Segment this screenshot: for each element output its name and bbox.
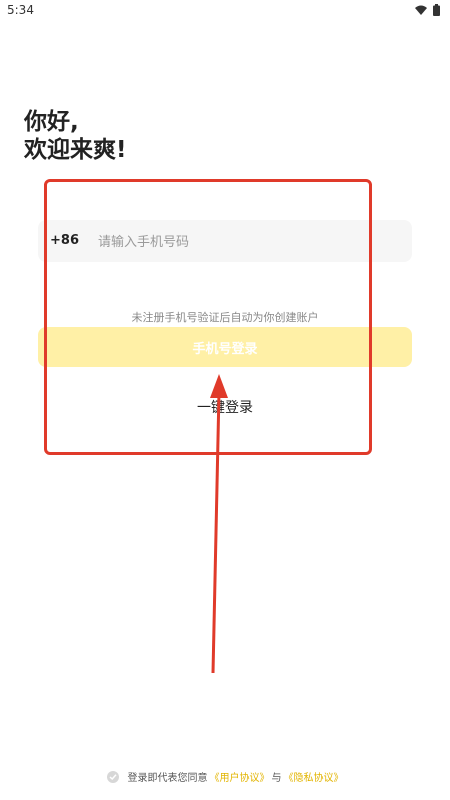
status-time: 5:34 <box>7 3 34 17</box>
checkmark-icon <box>108 773 117 780</box>
phone-number-input[interactable] <box>96 228 400 256</box>
greeting-line-2: 欢迎来爽! <box>24 137 127 163</box>
agree-checkbox[interactable] <box>106 770 119 783</box>
greeting-line-1: 你好, <box>24 109 79 135</box>
privacy-policy-link[interactable]: 《隐私协议》 <box>284 769 344 784</box>
status-bar: 5:34 <box>0 0 450 22</box>
one-click-login-label: 一键登录 <box>197 400 253 416</box>
wifi-icon <box>415 5 427 15</box>
registration-hint: 未注册手机号验证后自动为你创建账户 <box>131 311 319 324</box>
user-agreement-link[interactable]: 《用户协议》 <box>210 769 270 784</box>
phone-input-row: +86 <box>38 220 412 262</box>
one-click-login-button[interactable]: 一键登录 <box>0 397 450 417</box>
agreement-prefix: 登录即代表您同意 <box>127 773 208 784</box>
phone-login-button[interactable]: 手机号登录 <box>38 327 412 367</box>
greeting: 你好, 欢迎来爽! <box>24 108 127 164</box>
country-code-selector[interactable]: +86 <box>50 233 79 248</box>
agreement-and: 与 <box>271 773 282 784</box>
agreement-row: 登录即代表您同意 《用户协议》 与 《隐私协议》 <box>0 769 450 784</box>
battery-icon <box>433 4 440 16</box>
status-icons <box>415 4 440 16</box>
